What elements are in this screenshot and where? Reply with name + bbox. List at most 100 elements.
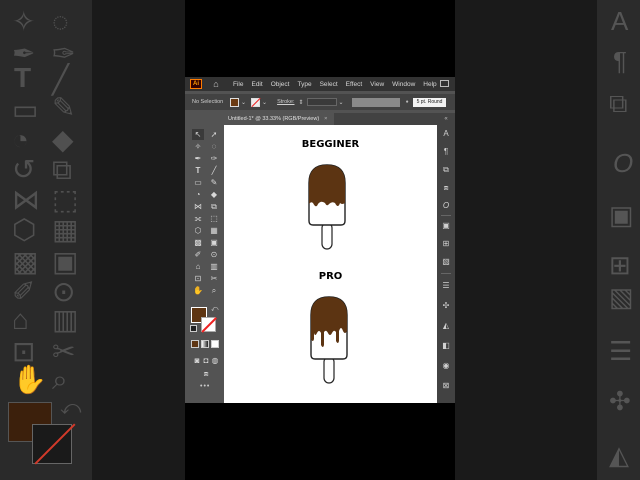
home-icon[interactable]: ⌂: [211, 79, 221, 89]
swap-icon: ⤺: [60, 397, 82, 419]
illustrator-window: Ai ⌂ File Edit Object Type Select Effect…: [185, 77, 455, 403]
canvas[interactable]: BEGGINER PRO: [224, 125, 437, 403]
swatches-icon[interactable]: ◭: [437, 321, 455, 331]
swap-fill-stroke-icon[interactable]: ⤺: [211, 306, 218, 314]
color-mode-icon[interactable]: [191, 340, 199, 348]
gradient-panel-icon[interactable]: ◧: [437, 341, 455, 351]
character-icon[interactable]: A: [437, 129, 455, 139]
opentype-panel-icon[interactable]: O: [437, 201, 455, 211]
brush-definition[interactable]: 5 pt. Round: [412, 97, 447, 107]
transform-icon[interactable]: ▣: [437, 221, 455, 231]
artboard-icon[interactable]: ⊡: [192, 273, 204, 284]
paintbrush-icon[interactable]: ✎: [208, 177, 220, 188]
transform-icon: ▣: [609, 200, 634, 230]
slice-icon[interactable]: ✂: [208, 273, 220, 284]
panel-collapse-icon[interactable]: «: [437, 113, 455, 125]
scale-icon: ⧉: [52, 154, 72, 185]
symbol-sprayer-icon: ⌂: [12, 304, 29, 335]
document-tab[interactable]: Untitled-1* @ 33.33% (RGB/Preview) ×: [224, 113, 334, 125]
pro-popsicle[interactable]: [309, 295, 355, 387]
width-icon[interactable]: ⟗: [192, 213, 204, 224]
menu-type[interactable]: Type: [297, 81, 311, 88]
hand-icon[interactable]: ✋: [192, 285, 204, 296]
popsicle-stick: [321, 222, 333, 250]
paragraph-icon[interactable]: ¶: [437, 147, 455, 157]
menu-window[interactable]: Window: [392, 81, 415, 88]
mesh-icon[interactable]: ▩: [192, 237, 204, 248]
default-colors-icon[interactable]: [190, 325, 197, 332]
beginner-popsicle[interactable]: [307, 163, 353, 253]
panel-separator: [441, 215, 451, 216]
graphic-styles-icon[interactable]: ⊠: [437, 381, 455, 391]
stroke-spinner-icon[interactable]: ⇕: [299, 99, 304, 106]
layers-icon[interactable]: ☰: [437, 281, 455, 291]
opentype-icon[interactable]: ⧈: [437, 183, 455, 193]
menu-view[interactable]: View: [370, 81, 384, 88]
type-icon[interactable]: T: [192, 165, 204, 176]
magic-wand-icon: ✧: [12, 6, 36, 37]
menu-object[interactable]: Object: [271, 81, 290, 88]
stroke-label[interactable]: Stroke:: [277, 99, 294, 105]
line-icon: ╱: [52, 64, 69, 95]
artboard[interactable]: BEGGINER PRO: [224, 125, 437, 403]
zoom-icon[interactable]: ⌕: [208, 285, 220, 296]
background-blur-dark: [92, 0, 185, 480]
curvature-icon[interactable]: ✑: [208, 153, 220, 164]
fill-dropdown-chevron-icon[interactable]: ⌄: [241, 99, 246, 106]
variable-width-profile[interactable]: [351, 97, 400, 107]
none-mode-icon[interactable]: [211, 340, 219, 348]
menu-select[interactable]: Select: [320, 81, 338, 88]
mesh-icon: ▩: [12, 246, 39, 277]
screen-mode-icon[interactable]: ⧈: [200, 368, 212, 379]
menu-bar: Ai ⌂ File Edit Object Type Select Effect…: [185, 77, 455, 91]
line-icon[interactable]: ╱: [208, 165, 220, 176]
type-icon: T: [14, 62, 32, 93]
brushes-icon[interactable]: ✣: [437, 301, 455, 311]
free-transform-icon[interactable]: ⬚: [208, 213, 220, 224]
perspective-icon[interactable]: ▦: [208, 225, 220, 236]
menu-edit[interactable]: Edit: [251, 81, 262, 88]
chocolate-coating: [309, 165, 345, 207]
align-icon[interactable]: ⊞: [437, 239, 455, 249]
shaper-icon[interactable]: ◔: [192, 189, 204, 200]
fill-swatch[interactable]: [230, 97, 239, 107]
edit-toolbar-icon[interactable]: •••: [200, 383, 210, 390]
menu-help[interactable]: Help: [423, 81, 436, 88]
glyphs-icon[interactable]: ⧉: [437, 165, 455, 175]
blend-icon[interactable]: ⊙: [208, 249, 220, 260]
menu-effect[interactable]: Effect: [346, 81, 363, 88]
background-panel-blur: A ¶ ⧉ O ▣ ⊞ ▧ ☰ ✣ ◭: [597, 0, 640, 480]
gradient-icon: ▣: [52, 246, 79, 277]
lasso-icon[interactable]: ◌: [208, 141, 220, 152]
opentype-icon: O: [613, 148, 634, 178]
shape-builder-icon[interactable]: ⬡: [192, 225, 204, 236]
eyedropper-icon: ✐: [12, 276, 36, 307]
shape-builder-icon: ⬡: [12, 214, 37, 245]
column-graph-icon[interactable]: ▥: [208, 261, 220, 272]
eyedropper-icon[interactable]: ✐: [192, 249, 204, 260]
gradient-icon[interactable]: ▣: [208, 237, 220, 248]
symbol-sprayer-icon[interactable]: ⌂: [192, 261, 204, 272]
appearance-icon[interactable]: ◉: [437, 361, 455, 371]
stroke-dropdown-chevron-icon[interactable]: ⌄: [262, 99, 267, 106]
magic-wand-icon[interactable]: ✧: [192, 141, 204, 152]
reflect-icon[interactable]: ⋈: [192, 201, 204, 212]
stroke-weight-chevron-icon[interactable]: ⌄: [339, 99, 344, 106]
gradient-mode-icon[interactable]: [201, 340, 209, 348]
rectangle-icon[interactable]: ▭: [192, 177, 204, 188]
pen-icon[interactable]: ✒: [192, 153, 204, 164]
stroke-swatch[interactable]: [251, 97, 261, 107]
selection-tool-icon[interactable]: ↖: [192, 129, 204, 140]
draw-inside-icon[interactable]: ◍: [209, 355, 221, 366]
eraser-icon[interactable]: ◆: [208, 189, 220, 200]
menu-file[interactable]: File: [233, 81, 243, 88]
blend-icon: ⊙: [52, 276, 76, 307]
workspace-switcher-icon[interactable]: [440, 80, 449, 87]
scale-icon[interactable]: ⧉: [208, 201, 220, 212]
stroke-weight-input[interactable]: [306, 98, 337, 106]
stroke-color-swatch[interactable]: [201, 317, 216, 332]
close-tab-icon[interactable]: ×: [324, 116, 327, 122]
selection-status: No Selection: [192, 99, 224, 105]
direct-selection-icon[interactable]: ➚: [208, 129, 220, 140]
pathfinder-icon[interactable]: ▧: [437, 257, 455, 267]
